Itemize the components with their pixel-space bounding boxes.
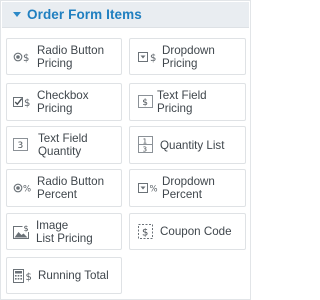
radio-button-percent-item[interactable]: % Radio Button Percent [6,169,122,207]
order-form-items-panel: Order Form Items $ Radio Button Pricing … [0,0,251,300]
dropdown-percent-item[interactable]: % Dropdown Percent [129,169,246,207]
dropdown-percent-icon: % [138,182,159,194]
coupon-code-item[interactable]: $ Coupon Code [129,213,246,250]
svg-text:$: $ [24,224,29,233]
running-total-item[interactable]: $ Running Total [6,257,122,294]
radio-dollar-icon: $ [13,51,34,63]
svg-text:$: $ [142,227,148,238]
text-field-pricing-item[interactable]: $ Text Field Pricing [129,83,246,121]
calculator-dollar-icon: $ [13,268,35,283]
textfield-number-icon: 3 [13,138,29,152]
svg-text:%: % [23,185,31,195]
dropdown-dollar-icon: $ [138,51,159,63]
image-list-pricing-item[interactable]: $ Image List Pricing [6,213,122,250]
quantity-list-icon: 1 3 [138,136,154,154]
svg-text:$: $ [24,98,30,108]
dropdown-pricing-item[interactable]: $ Dropdown Pricing [129,38,246,75]
checkbox-pricing-item[interactable]: $ Checkbox Pricing [6,83,122,121]
checkbox-dollar-icon: $ [13,96,34,108]
coupon-dollar-icon: $ [138,223,154,240]
panel-header[interactable]: Order Form Items [2,2,249,28]
svg-text:$: $ [26,272,32,283]
text-field-quantity-item[interactable]: 3 Text Field Quantity [6,126,122,164]
collapse-caret-icon[interactable] [13,12,21,17]
radio-button-pricing-item[interactable]: $ Radio Button Pricing [6,38,122,75]
svg-text:3: 3 [18,141,24,151]
textfield-dollar-icon: $ [138,95,154,109]
svg-text:$: $ [142,98,148,108]
panel-title: Order Form Items [27,7,142,22]
quantity-list-item[interactable]: 1 3 Quantity List [129,126,246,164]
svg-text:%: % [150,185,158,195]
image-dollar-icon: $ [13,223,31,240]
svg-text:$: $ [23,53,29,63]
radio-percent-icon: % [13,182,34,194]
svg-text:$: $ [150,53,156,63]
svg-text:1: 1 [143,137,147,145]
svg-text:3: 3 [143,145,147,153]
